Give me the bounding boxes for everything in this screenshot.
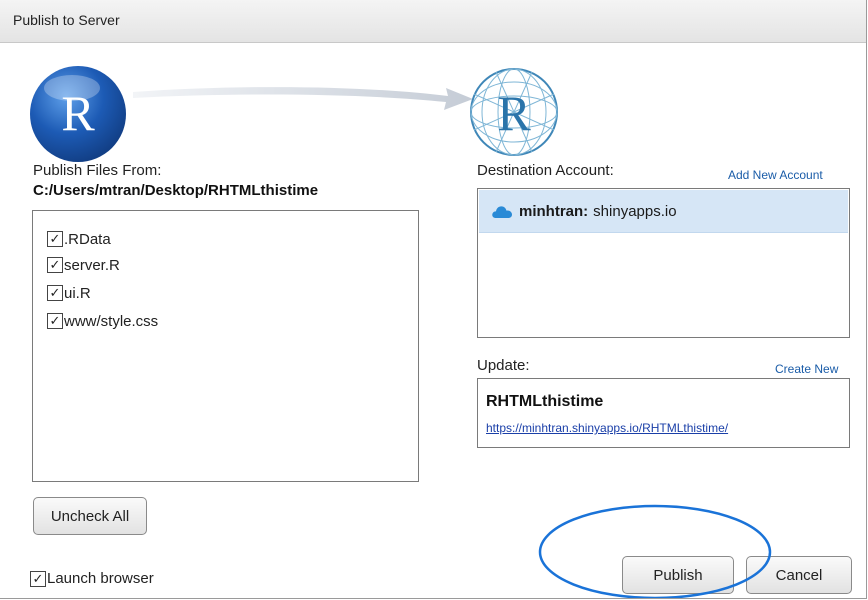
update-label: Update:	[477, 357, 530, 374]
window-title: Publish to Server	[13, 12, 120, 28]
r-globe-letter: R	[497, 85, 531, 141]
uncheck-all-button[interactable]: Uncheck All	[33, 497, 147, 535]
app-url-link[interactable]: https://minhtran.shinyapps.io/RHTMLthist…	[486, 421, 728, 435]
r-logo-globe-icon: R	[470, 68, 558, 156]
account-server: shinyapps.io	[593, 202, 677, 220]
file-item-ui-r[interactable]: ✓ ui.R	[47, 281, 91, 305]
checkmark-icon[interactable]: ✓	[47, 285, 63, 301]
add-new-account-link[interactable]: Add New Account	[728, 168, 823, 182]
app-name: RHTMLthistime	[486, 393, 604, 410]
publish-dialog: Publish to Server R R Publish Files From…	[0, 0, 867, 599]
file-item-style-css[interactable]: ✓ www/style.css	[47, 309, 158, 333]
cloud-icon	[492, 206, 512, 218]
checkmark-icon[interactable]: ✓	[47, 257, 63, 273]
highlight-ellipse	[538, 504, 772, 598]
checkmark-icon[interactable]: ✓	[47, 231, 63, 247]
checkmark-icon[interactable]: ✓	[30, 570, 46, 587]
file-name: ui.R	[64, 284, 91, 302]
checkmark-icon[interactable]: ✓	[47, 313, 63, 329]
file-name: server.R	[64, 256, 120, 274]
account-name: minhtran:	[519, 202, 589, 220]
update-target[interactable]: RHTMLthistime https://minhtran.shinyapps…	[477, 378, 850, 448]
title-bar: Publish to Server	[0, 0, 866, 43]
file-item-server-r[interactable]: ✓ server.R	[47, 253, 120, 277]
create-new-link[interactable]: Create New	[775, 362, 838, 376]
launch-browser-checkbox[interactable]: ✓ Launch browser	[30, 570, 154, 587]
r-logo-icon: R	[30, 66, 126, 162]
r-logo-letter: R	[61, 85, 95, 141]
file-name: .RData	[64, 230, 111, 248]
arrow-right-icon	[133, 87, 473, 110]
account-list: minhtran: shinyapps.io	[477, 188, 850, 338]
file-item-rdata[interactable]: ✓ .RData	[47, 227, 111, 251]
account-item[interactable]: minhtran: shinyapps.io	[479, 190, 848, 233]
publish-files-label: Publish Files From:	[33, 162, 162, 179]
destination-account-label: Destination Account:	[477, 162, 614, 179]
file-list: ✓ .RData ✓ server.R ✓ ui.R ✓ www/style.c…	[32, 210, 419, 482]
file-name: www/style.css	[64, 312, 159, 330]
launch-browser-label: Launch browser	[47, 570, 154, 587]
source-path: C:/Users/mtran/Desktop/RHTMLthistime	[33, 182, 319, 199]
